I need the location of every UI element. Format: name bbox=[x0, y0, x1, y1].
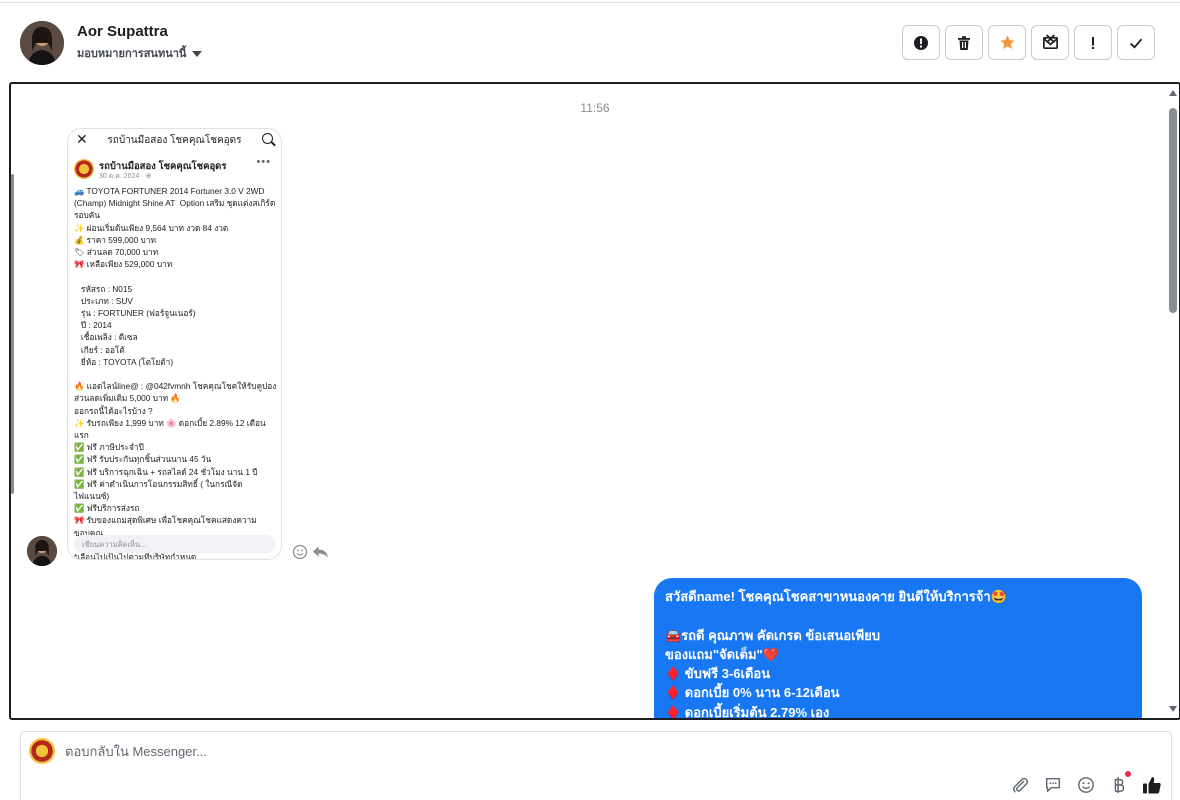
assign-conversation-dropdown[interactable]: มอบหมายการสนทนานี้ bbox=[77, 44, 203, 62]
emoji-button[interactable] bbox=[1075, 774, 1097, 796]
scroll-down-arrow-icon[interactable] bbox=[1169, 706, 1177, 712]
incoming-image-message[interactable]: ✕ รถบ้านมือสอง โชคคุณโชคอุดร รถบ้านมือสอ… bbox=[67, 128, 282, 560]
composer-tools bbox=[1009, 771, 1163, 796]
screenshot-top-bar: ✕ รถบ้านมือสอง โชคคุณโชคอุดร bbox=[68, 129, 281, 151]
screenshot-page-title: รถบ้านมือสอง โชคคุณโชคอุดร bbox=[107, 135, 242, 146]
delete-button[interactable] bbox=[945, 25, 983, 60]
smiley-icon bbox=[1078, 777, 1094, 793]
chevron-down-icon bbox=[192, 50, 203, 57]
star-button[interactable] bbox=[988, 25, 1026, 60]
reply-composer bbox=[20, 731, 1172, 800]
react-button[interactable] bbox=[291, 543, 308, 560]
contact-avatar[interactable] bbox=[20, 21, 64, 65]
star-icon bbox=[999, 35, 1015, 49]
like-button[interactable] bbox=[1141, 774, 1163, 796]
outgoing-message-bubble[interactable]: สวัสดีname! โชคคุณโชคสาขาหนองคาย ยินดีให… bbox=[654, 578, 1142, 718]
trash-icon bbox=[958, 35, 970, 50]
reply-input[interactable] bbox=[65, 744, 965, 759]
mark-unread-button[interactable] bbox=[1031, 25, 1069, 60]
sender-avatar bbox=[27, 536, 57, 566]
scrollbar-thumb[interactable] bbox=[1169, 108, 1177, 313]
more-options-icon: ••• bbox=[256, 156, 271, 168]
smiley-icon bbox=[292, 544, 307, 559]
check-icon bbox=[1129, 38, 1143, 48]
assign-conversation-label: มอบหมายการสนทนานี้ bbox=[77, 48, 187, 60]
exclamation-icon bbox=[1092, 36, 1094, 49]
search-icon bbox=[262, 133, 273, 144]
notification-dot bbox=[1125, 771, 1131, 777]
paperclip-icon bbox=[1012, 777, 1029, 793]
comment-field: เขียนความคิดเห็น... bbox=[74, 535, 275, 553]
baht-currency-icon bbox=[1114, 776, 1125, 794]
conversation-actions bbox=[902, 25, 1155, 60]
message-tools bbox=[291, 543, 329, 560]
envelope-x-icon bbox=[1042, 34, 1058, 50]
done-button[interactable] bbox=[1117, 25, 1155, 60]
conversation-header: Aor Supattra มอบหมายการสนทนานี้ bbox=[0, 3, 1180, 81]
page-logo bbox=[74, 159, 94, 179]
page-avatar bbox=[29, 738, 55, 764]
thread-scrollbar[interactable] bbox=[1165, 84, 1179, 718]
left-scroll-indicator bbox=[11, 174, 14, 494]
message-thread[interactable]: 11:56 ✕ รถบ้านมือสอง โชคคุณโชคอุดร รถบ้า… bbox=[9, 82, 1180, 720]
follow-up-button[interactable] bbox=[1074, 25, 1112, 60]
thumbs-up-icon bbox=[1143, 777, 1161, 794]
scroll-up-arrow-icon[interactable] bbox=[1169, 90, 1177, 96]
reply-icon bbox=[312, 545, 329, 558]
post-body-text: 🚙 TOYOTA FORTUNER 2014 Fortuner 3.0 V 2W… bbox=[74, 186, 277, 560]
post-date: 30 ต.ค. 2024 · ⊕ bbox=[99, 173, 152, 180]
inbox-conversation-view: Aor Supattra มอบหมายการสนทนานี้ 11:56 ✕ … bbox=[0, 0, 1180, 800]
saved-replies-button[interactable] bbox=[1042, 774, 1064, 796]
contact-name[interactable]: Aor Supattra bbox=[77, 23, 168, 40]
alert-circle-icon bbox=[914, 35, 928, 50]
chat-bubble-icon bbox=[1045, 777, 1061, 793]
payment-button[interactable] bbox=[1108, 771, 1131, 796]
post-header: รถบ้านมือสอง โชคคุณโชคอุดร 30 ต.ค. 2024 … bbox=[74, 156, 277, 181]
reply-button[interactable] bbox=[312, 543, 329, 560]
spam-button[interactable] bbox=[902, 25, 940, 60]
attach-button[interactable] bbox=[1009, 774, 1031, 796]
message-timestamp: 11:56 bbox=[580, 101, 610, 115]
